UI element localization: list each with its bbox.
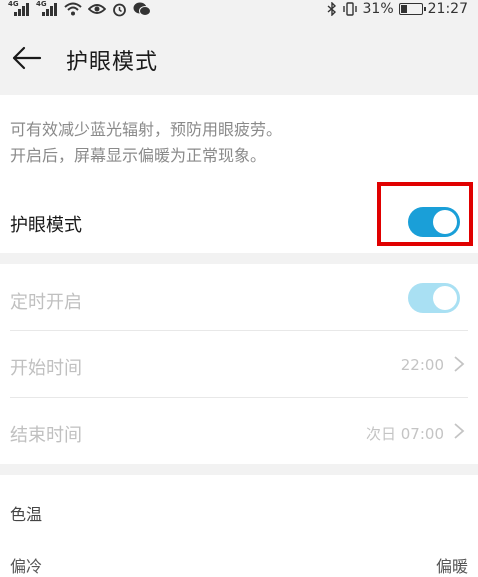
- signal-icon: 4G: [8, 0, 30, 16]
- end-time-label: 结束时间: [10, 425, 82, 446]
- description: 可有效减少蓝光辐射，预防用眼疲劳。 开启后，屏幕显示偏暖为正常现象。: [10, 117, 282, 169]
- wechat-icon: [133, 2, 151, 16]
- battery-percent: 31%: [362, 1, 394, 17]
- end-time-value: 次日 07:00: [366, 425, 444, 443]
- description-line: 开启后，屏幕显示偏暖为正常现象。: [10, 146, 267, 165]
- end-time-row[interactable]: 结束时间 次日 07:00: [0, 398, 478, 464]
- status-left: 4G 4G: [8, 0, 151, 18]
- app-header: 护眼模式: [0, 18, 478, 94]
- arrow-left-icon: [12, 46, 42, 70]
- toggle-knob: [433, 286, 457, 310]
- schedule-label: 定时开启: [10, 292, 82, 313]
- start-time-row[interactable]: 开始时间 22:00: [0, 331, 478, 397]
- start-time-label: 开始时间: [10, 358, 82, 379]
- schedule-card: 定时开启 开始时间 22:00 结束时间 次日 07:00: [0, 264, 478, 464]
- color-temp-label: 色温: [10, 505, 43, 524]
- back-button[interactable]: [8, 40, 44, 76]
- eye-mode-label: 护眼模式: [10, 215, 82, 236]
- wifi-icon: [64, 2, 82, 16]
- signal-icon: 4G: [36, 0, 58, 16]
- status-right: 31% 21:27: [327, 0, 468, 18]
- vibrate-icon: [342, 2, 357, 16]
- color-temp-card: 色温 偏冷 偏暖: [0, 475, 478, 577]
- alarm-icon: [113, 3, 126, 16]
- chevron-right-icon: [454, 356, 465, 372]
- eye-mode-card: 可有效减少蓝光辐射，预防用眼疲劳。 开启后，屏幕显示偏暖为正常现象。 护眼模式: [0, 95, 478, 253]
- page-title: 护眼模式: [66, 50, 159, 75]
- clock: 21:27: [427, 1, 468, 17]
- bluetooth-icon: [327, 2, 336, 16]
- start-time-value: 22:00: [400, 356, 444, 374]
- chevron-right-icon: [454, 423, 465, 439]
- status-bar: 4G 4G 31% 21:27: [0, 0, 478, 18]
- schedule-toggle[interactable]: [408, 283, 460, 313]
- warm-label: 偏暖: [435, 557, 468, 576]
- eye-mode-toggle[interactable]: [408, 207, 460, 237]
- eye-icon: [88, 4, 106, 14]
- description-line: 可有效减少蓝光辐射，预防用眼疲劳。: [10, 120, 283, 139]
- battery-icon: [398, 3, 426, 15]
- cool-label: 偏冷: [10, 557, 43, 576]
- toggle-knob: [433, 210, 457, 234]
